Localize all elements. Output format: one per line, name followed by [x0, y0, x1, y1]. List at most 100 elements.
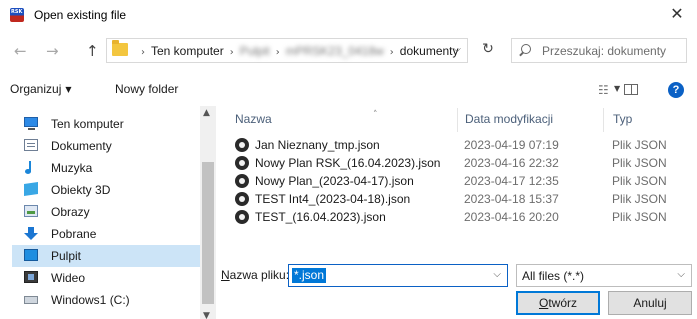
file-name: Nowy Plan_(2023-04-17).json — [255, 174, 414, 188]
sidebar-item-label: Wideo — [51, 271, 86, 285]
breadcrumb: › Ten komputer › Pulpit › mPRSK23_0418w › dokum… — [135, 44, 459, 58]
sidebar-item-this-pc[interactable]: Ten komputer — [12, 113, 200, 135]
sidebar-scrollbar[interactable]: ▲ ▼ — [200, 106, 216, 319]
column-header-name[interactable]: Nazwa ˄ — [235, 110, 378, 126]
navigation-pane: Ten komputer Dokumenty Muzyka Obiekty 3D… — [0, 106, 216, 319]
file-type: Plik JSON — [612, 138, 667, 152]
sidebar-item-label: Muzyka — [51, 161, 93, 175]
file-type: Plik JSON — [612, 192, 667, 206]
open-button-label: twórz — [548, 296, 577, 310]
sidebar-item-videos[interactable]: Wideo — [12, 267, 200, 289]
close-button[interactable]: ✕ — [657, 0, 697, 30]
filename-field[interactable]: *.json ⌵ — [288, 264, 508, 287]
chevron-right-icon: › — [141, 47, 145, 58]
music-icon — [24, 161, 38, 174]
sidebar-item-music[interactable]: Muzyka — [12, 157, 200, 179]
new-folder-button[interactable]: Nowy folder — [115, 82, 178, 96]
sidebar-item-label: Ten komputer — [51, 117, 124, 131]
sidebar-item-desktop[interactable]: Pulpit — [12, 245, 200, 267]
file-date: 2023-04-18 15:37 — [464, 192, 559, 206]
command-toolbar: Organizuj ▼ Nowy folder ☷ ▼ ? — [0, 78, 697, 102]
sort-ascending-icon: ˄ — [373, 110, 378, 120]
cancel-button[interactable]: Anuluj — [608, 291, 692, 315]
sidebar-item-3d-objects[interactable]: Obiekty 3D — [12, 179, 200, 201]
3d-objects-icon — [24, 182, 38, 196]
forward-icon[interactable]: → — [46, 42, 59, 60]
navigation-bar: ← → ↑ › Ten komputer › Pulpit › mPRSK23_0418w… — [0, 34, 697, 68]
json-file-icon — [235, 210, 249, 224]
sidebar-item-label: Dokumenty — [51, 139, 112, 153]
filename-label-text: azwa pliku: — [229, 268, 290, 282]
sidebar-item-pictures[interactable]: Obrazy — [12, 201, 200, 223]
file-type: Plik JSON — [612, 210, 667, 224]
json-file-icon — [235, 138, 249, 152]
sidebar-item-label: Obiekty 3D — [51, 183, 111, 197]
chevron-down-icon[interactable]: ⌵ — [493, 269, 501, 280]
json-file-icon — [235, 192, 249, 206]
file-type-filter-select[interactable]: All files (*.*) ⌵ — [516, 264, 692, 287]
folder-icon — [112, 40, 128, 56]
chevron-down-icon[interactable]: ⌵ — [453, 44, 461, 55]
sidebar-item-label: Windows1 (C:) — [51, 293, 130, 307]
file-date: 2023-04-16 20:20 — [464, 210, 559, 224]
app-logo-icon: RSK — [10, 8, 24, 22]
up-icon[interactable]: ↑ — [86, 42, 99, 60]
column-divider[interactable] — [457, 108, 458, 132]
scroll-down-icon[interactable]: ▼ — [203, 311, 210, 319]
file-list: Nazwa ˄ Data modyfikacji Typ Jan Nieznan… — [217, 106, 697, 258]
scrollbar-thumb[interactable] — [202, 162, 214, 304]
file-name: Nowy Plan RSK_(16.04.2023).json — [255, 156, 441, 170]
column-header-date[interactable]: Data modyfikacji — [465, 112, 553, 126]
help-icon[interactable]: ? — [668, 82, 684, 98]
drive-icon — [24, 296, 38, 304]
open-button-accelerator: O — [538, 296, 549, 310]
file-name: TEST_(16.04.2023).json — [255, 210, 386, 224]
caret-down-icon[interactable]: ▼ — [614, 84, 620, 93]
file-row[interactable]: TEST Int4_(2023-04-18).json 2023-04-18 1… — [231, 190, 691, 208]
file-date: 2023-04-17 12:35 — [464, 174, 559, 188]
breadcrumb-item[interactable]: mPRSK23_0418w — [286, 44, 384, 58]
title-bar: RSK Open existing file ✕ — [0, 0, 697, 30]
preview-pane-icon[interactable] — [624, 84, 638, 95]
file-type: Plik JSON — [612, 156, 667, 170]
filename-label-accelerator: N — [221, 268, 230, 282]
file-row[interactable]: TEST_(16.04.2023).json 2023-04-16 20:20 … — [231, 208, 691, 226]
chevron-right-icon: › — [229, 47, 234, 58]
open-button[interactable]: Otwórz — [516, 291, 600, 315]
file-row[interactable]: Nowy Plan RSK_(16.04.2023).json 2023-04-… — [231, 154, 691, 172]
pictures-icon — [24, 205, 38, 217]
search-icon — [521, 44, 531, 54]
address-bar[interactable]: › Ten komputer › Pulpit › mPRSK23_0418w › dokum… — [106, 38, 468, 63]
downloads-icon — [24, 227, 38, 240]
view-options-icon[interactable]: ☷ — [598, 83, 609, 97]
scroll-up-icon[interactable]: ▲ — [203, 108, 210, 118]
sidebar-item-label: Obrazy — [51, 205, 90, 219]
caret-down-icon: ▼ — [65, 85, 72, 94]
search-input[interactable]: Przeszukaj: dokumenty — [511, 38, 687, 63]
sidebar-item-documents[interactable]: Dokumenty — [12, 135, 200, 157]
file-name: Jan Nieznany_tmp.json — [255, 138, 380, 152]
back-icon[interactable]: ← — [14, 42, 27, 60]
chevron-right-icon: › — [389, 47, 394, 58]
organize-button[interactable]: Organizuj ▼ — [10, 82, 72, 96]
refresh-icon[interactable]: ↻ — [479, 41, 497, 59]
sidebar-item-drive-c[interactable]: Windows1 (C:) — [12, 289, 200, 311]
sidebar-item-downloads[interactable]: Pobrane — [12, 223, 200, 245]
window-title: Open existing file — [34, 8, 127, 22]
file-date: 2023-04-16 22:32 — [464, 156, 559, 170]
breadcrumb-item[interactable]: Ten komputer — [151, 44, 224, 58]
breadcrumb-item[interactable]: dokumenty — [400, 44, 459, 58]
column-divider[interactable] — [603, 108, 604, 132]
organize-label: Organizuj — [10, 82, 62, 96]
documents-icon — [24, 139, 38, 151]
column-header-type[interactable]: Typ — [613, 112, 632, 126]
desktop-icon — [24, 249, 38, 261]
breadcrumb-item[interactable]: Pulpit — [240, 44, 270, 58]
chevron-down-icon: ⌵ — [677, 269, 685, 280]
computer-icon — [24, 117, 38, 130]
file-type: Plik JSON — [612, 174, 667, 188]
sidebar-item-label: Pulpit — [51, 249, 82, 263]
json-file-icon — [235, 174, 249, 188]
file-row[interactable]: Nowy Plan_(2023-04-17).json 2023-04-17 1… — [231, 172, 691, 190]
file-row[interactable]: Jan Nieznany_tmp.json 2023-04-19 07:19 P… — [231, 136, 691, 154]
